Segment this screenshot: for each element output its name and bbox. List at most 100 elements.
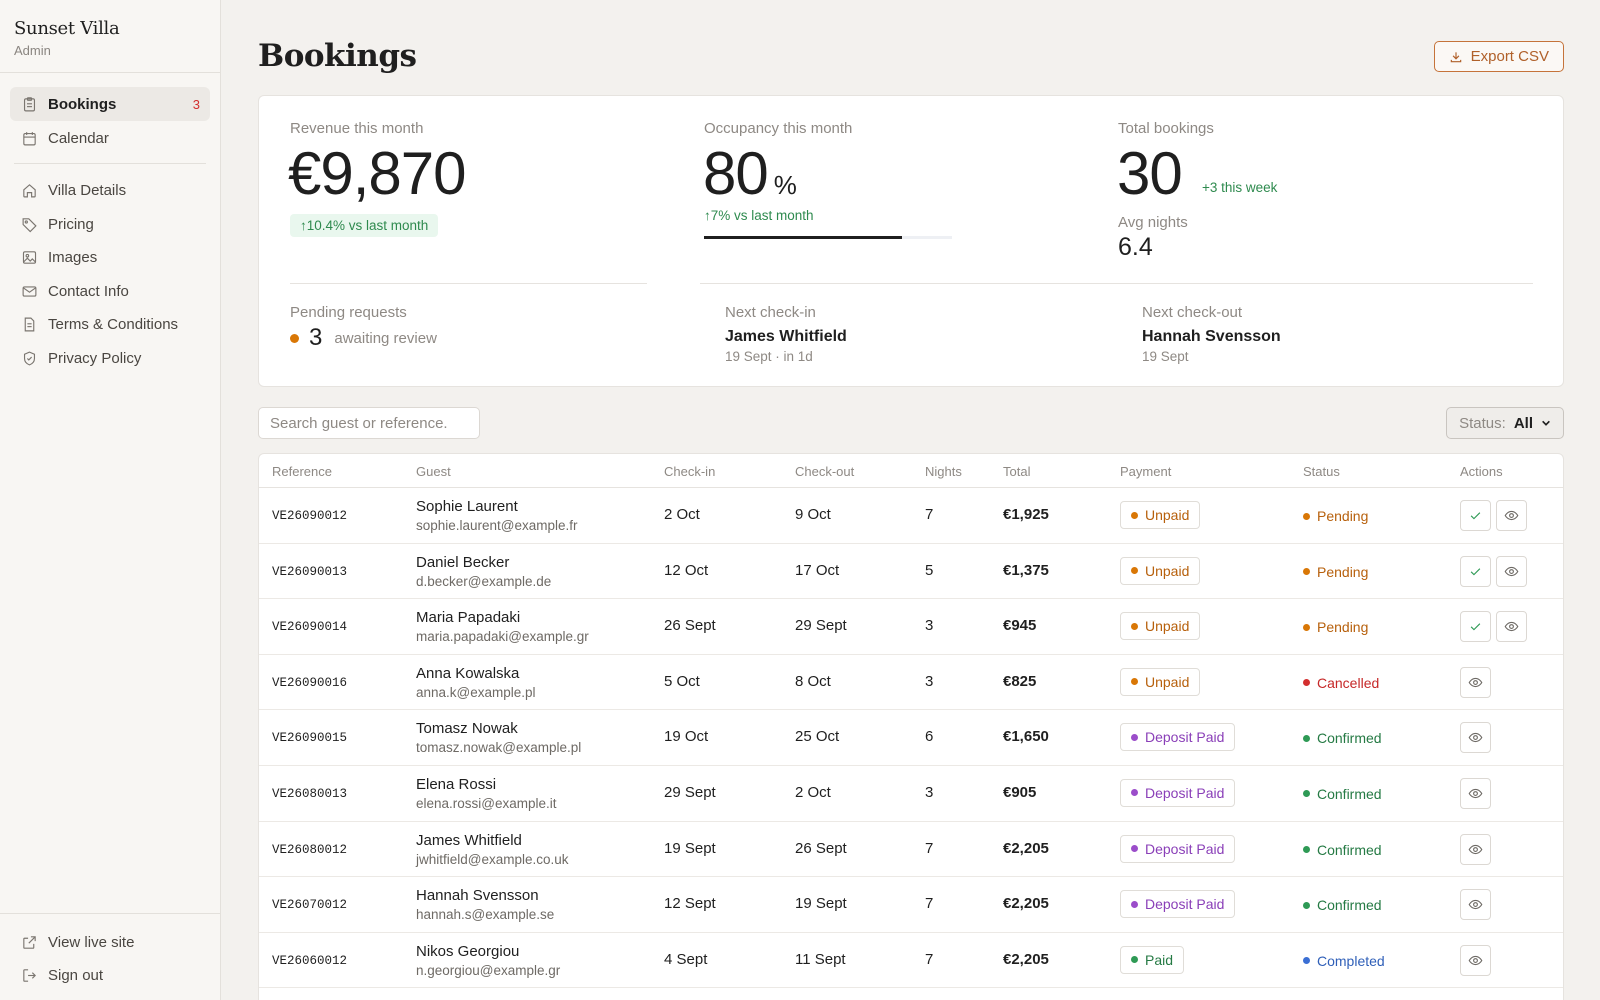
brand-role: Admin [14, 43, 51, 58]
payment-label: Unpaid [1145, 618, 1190, 635]
download-icon [1450, 51, 1461, 62]
view-button[interactable] [1460, 666, 1491, 698]
sidebar-nav: Bookings 3 Calendar Villa Details Pricin… [0, 73, 220, 375]
nav-divider [14, 163, 206, 164]
row-actions [1460, 944, 1496, 976]
payment-badge: Unpaid [1120, 556, 1201, 585]
sidebar-item-pricing[interactable]: Pricing [10, 208, 210, 242]
guest-name: James Whitfield [416, 831, 522, 849]
nights-count: 5 [925, 561, 934, 579]
next-checkout-date: 19 Sept [1142, 349, 1189, 364]
sidebar-item-calendar[interactable]: Calendar [10, 121, 210, 155]
status-label: Completed [1317, 952, 1385, 969]
col-checkin: Check-in [664, 464, 716, 479]
table-row[interactable]: VE26090013 Daniel Becker d.becker@example.… [259, 544, 1563, 600]
nights-count: 7 [925, 506, 934, 523]
view-button[interactable] [1460, 944, 1491, 976]
checkin-date: 19 Oct [664, 728, 709, 746]
status-indicator: Confirmed [1303, 842, 1382, 858]
payment-label: Unpaid [1145, 507, 1190, 523]
search-input[interactable] [258, 407, 480, 439]
checkin-date: 5 Oct [664, 672, 700, 690]
booking-total: €1,650 [1003, 728, 1049, 746]
sidebar-item-terms[interactable]: Terms & Conditions [10, 308, 210, 342]
status-label: Cancelled [1317, 674, 1380, 691]
payment-badge: Unpaid [1120, 612, 1201, 641]
booking-total: €2,205 [1003, 839, 1049, 857]
sidebar-item-label: View live site [48, 934, 135, 951]
sidebar-item-bookings[interactable]: Bookings 3 [10, 87, 210, 121]
guest-name: Tomasz Nowak [416, 720, 518, 738]
booking-reference: VE26080013 [272, 786, 348, 801]
table-row[interactable]: VE26060012 Nikos Georgiou n.georgiou@examp… [259, 933, 1563, 989]
view-button[interactable] [1460, 777, 1491, 809]
checkout-date: 2 Oct [795, 783, 831, 801]
eye-icon [1468, 677, 1483, 687]
view-button[interactable] [1460, 889, 1491, 921]
view-live-site-link[interactable]: View live site [10, 926, 211, 959]
col-nights: Nights [925, 464, 962, 479]
guest-name: Anna Kowalska [416, 664, 520, 682]
view-button[interactable] [1460, 722, 1491, 754]
booking-total: €1,925 [1003, 506, 1049, 523]
view-button[interactable] [1460, 833, 1491, 865]
status-filter-dropdown[interactable]: Status: All [1446, 407, 1564, 439]
status-label: Confirmed [1317, 785, 1382, 802]
status-filter-label: Status: [1459, 414, 1506, 432]
payment-dot [1131, 733, 1138, 741]
payment-badge: Deposit Paid [1120, 778, 1236, 807]
payment-badge: Unpaid [1120, 501, 1201, 529]
table-row[interactable]: VE26070012 Hannah Svensson hannah.s@exampl… [259, 877, 1563, 933]
view-button[interactable] [1496, 555, 1527, 587]
table-row[interactable]: VE26090016 Anna Kowalska anna.k@example.pl… [259, 655, 1563, 711]
pending-note: awaiting review [334, 329, 437, 347]
checkin-date: 12 Sept [664, 895, 716, 913]
checkout-date: 25 Oct [795, 728, 840, 746]
guest-email: anna.k@example.pl [416, 684, 536, 700]
table-row[interactable]: VE26090012 Sophie Laurent sophie.laurent@e… [259, 488, 1563, 544]
sidebar-item-contact-info[interactable]: Contact Info [10, 275, 210, 309]
document-icon [20, 316, 38, 334]
total-bookings-label: Total bookings [1118, 120, 1214, 137]
status-indicator: Confirmed [1303, 786, 1382, 802]
checkout-date: 17 Oct [795, 561, 840, 579]
nights-count: 3 [925, 617, 934, 635]
col-checkout: Check-out [795, 464, 855, 479]
payment-dot [1131, 845, 1138, 853]
sidebar: Sunset Villa Admin Bookings 3 Calendar V… [0, 0, 221, 1000]
sidebar-item-images[interactable]: Images [10, 241, 210, 275]
table-row[interactable]: VE26090014 Maria Papadaki maria.papadaki@e… [259, 599, 1563, 655]
approve-button[interactable] [1460, 611, 1491, 643]
booking-reference: VE26090013 [272, 564, 348, 579]
view-button[interactable] [1496, 500, 1527, 531]
occupancy-unit: % [773, 170, 797, 200]
settings-nav-group: Villa Details Pricing Images Contact Inf… [10, 174, 210, 375]
eye-icon [1468, 900, 1483, 910]
guest-email: tomasz.nowak@example.pl [416, 740, 582, 756]
booking-reference: VE26070012 [272, 898, 348, 913]
export-csv-button[interactable]: Export CSV [1433, 41, 1564, 72]
stats-divider-left [290, 283, 647, 284]
approve-button[interactable] [1460, 555, 1491, 587]
sign-out-button[interactable]: Sign out [10, 959, 211, 992]
approve-button[interactable] [1460, 500, 1491, 531]
pending-dot [290, 333, 299, 343]
table-row[interactable]: VE26080013 Elena Rossi elena.rossi@example… [259, 766, 1563, 822]
sidebar-item-privacy-policy[interactable]: Privacy Policy [10, 342, 210, 376]
status-filter-value: All [1513, 414, 1533, 432]
sidebar-item-villa-details[interactable]: Villa Details [10, 174, 210, 208]
sidebar-footer: View live site Sign out [0, 913, 221, 1000]
row-actions [1460, 833, 1496, 865]
sidebar-item-label: Images [48, 249, 98, 267]
booking-reference: VE26060012 [272, 953, 348, 968]
pending-summary: 3 awaiting review [290, 324, 437, 352]
stats-card: Revenue this month €9,870 ↑10.4% vs last… [258, 95, 1564, 387]
guest-email: hannah.s@example.se [416, 907, 555, 923]
nights-count: 7 [925, 895, 934, 913]
view-button[interactable] [1496, 611, 1527, 643]
sidebar-item-label: Calendar [48, 129, 109, 147]
table-row[interactable]: VE26090015 Tomasz Nowak tomasz.nowak@examp… [259, 710, 1563, 766]
eye-icon [1468, 733, 1483, 743]
clipboard-icon [20, 95, 38, 113]
table-row[interactable]: VE26080012 James Whitfield jwhitfield@exam… [259, 822, 1563, 878]
